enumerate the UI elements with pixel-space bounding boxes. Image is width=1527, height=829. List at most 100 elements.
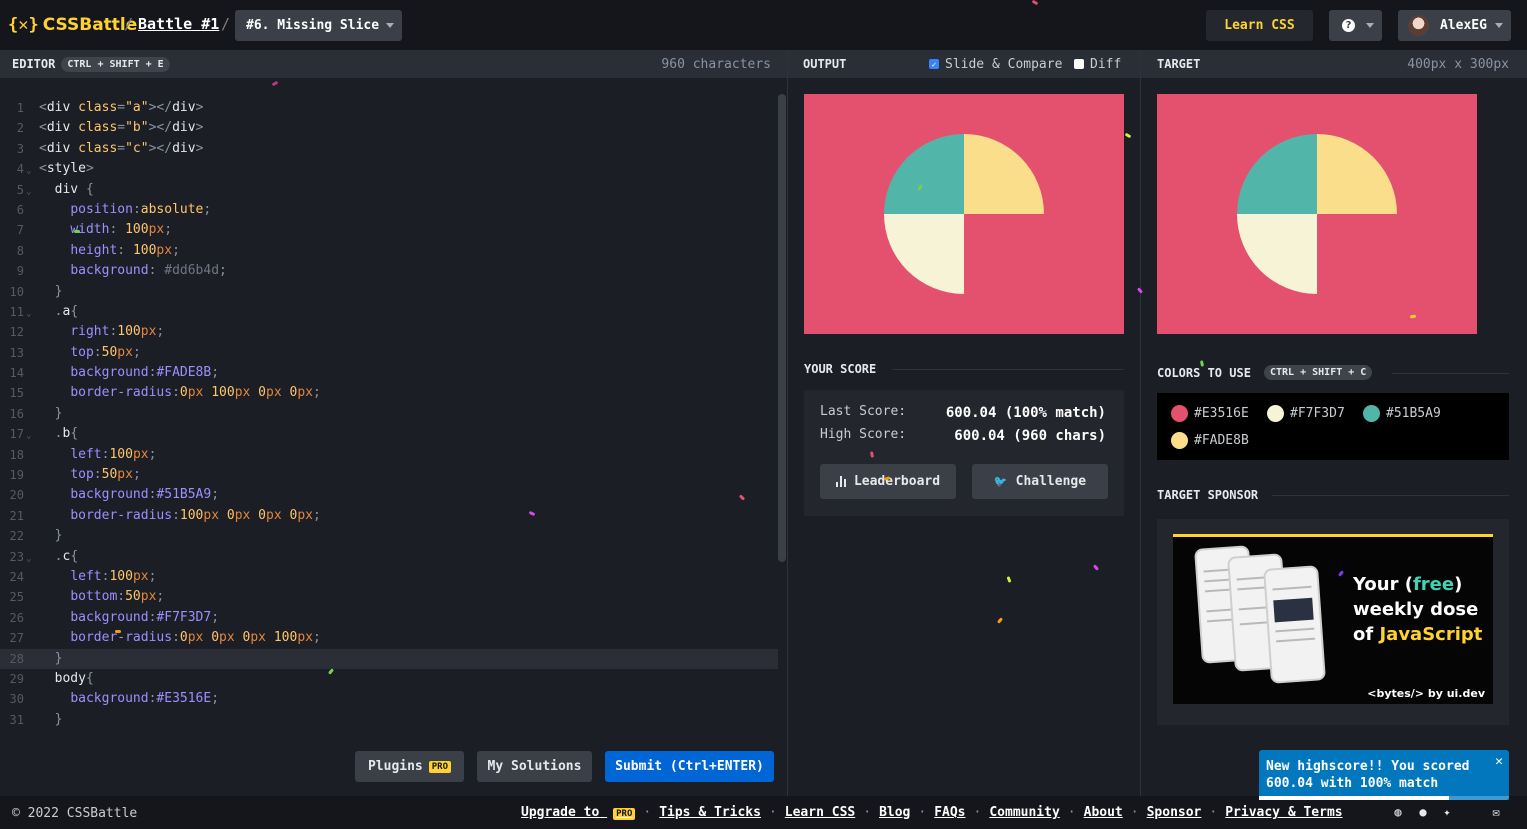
breadcrumb-separator: / — [221, 15, 231, 33]
code-editor[interactable]: 1 <div class="a"></div> 2 <div class="b"><… — [0, 78, 787, 796]
code-line: 1 <div class="a"></div> — [16, 100, 204, 115]
code-line-active: 28 } — [0, 648, 778, 669]
code-line: 11 ⌄ .a{ — [9, 303, 79, 319]
help-menu-button[interactable]: ? — [1329, 10, 1382, 41]
section-divider — [892, 369, 1124, 370]
footer-link-learn-css[interactable]: Learn CSS — [785, 805, 855, 820]
confetti-piece — [115, 630, 121, 633]
slide-compare-toggle[interactable]: ✓ Slide & Compare — [929, 57, 1062, 72]
chevron-down-icon — [1495, 23, 1503, 28]
code-line: 17 ⌄ .b{ — [9, 426, 79, 442]
panel-divider[interactable] — [787, 50, 788, 796]
color-dot — [1267, 405, 1284, 422]
twitter-icon[interactable]: ✦ — [1440, 805, 1454, 819]
breadcrumb-battle-link[interactable]: Battle #1 — [138, 15, 219, 33]
chevron-down-icon — [386, 23, 394, 28]
code-line: 2 <div class="b"></div> — [16, 120, 204, 136]
code-line: 14 background:#FADE8B; — [9, 365, 220, 381]
output-quarter-b — [884, 134, 964, 214]
toast-progress-fill — [1259, 796, 1449, 800]
code-line: 6 position:absolute; — [16, 201, 212, 217]
color-swatch[interactable]: #E3516E — [1171, 405, 1249, 422]
checkbox-icon[interactable] — [1074, 59, 1084, 69]
code-line: 8 height: 100px; — [16, 242, 180, 258]
phone-illustration — [1263, 565, 1326, 684]
checkbox-checked-icon[interactable]: ✓ — [929, 59, 939, 69]
color-swatch[interactable]: #51B5A9 — [1363, 405, 1441, 422]
cssbattle-logo[interactable]: {✕} CSSBattle — [8, 14, 137, 36]
code-line: 20 background:#51B5A9; — [9, 487, 220, 503]
editor-scrollbar[interactable] — [778, 94, 786, 562]
confetti-piece — [996, 617, 1004, 624]
footer-link-faqs[interactable]: FAQs — [934, 805, 965, 820]
code-line: 12 right:100px; — [9, 324, 165, 340]
code-line: 23 ⌄ .c{ — [9, 548, 79, 564]
code-line: 19 top:50px; — [9, 467, 141, 483]
diff-toggle[interactable]: Diff — [1074, 57, 1121, 72]
editor-title: EDITOR — [12, 57, 56, 71]
target-canvas — [1157, 94, 1477, 334]
my-solutions-button[interactable]: My Solutions — [477, 751, 592, 782]
pro-badge: PRO — [428, 760, 452, 773]
footer-link-privacy[interactable]: Privacy & Terms — [1225, 805, 1342, 820]
color-swatch[interactable]: #FADE8B — [1171, 432, 1249, 449]
footer-link-sponsor[interactable]: Sponsor — [1147, 805, 1202, 820]
footer-links: Upgrade to PRO · Tips & Tricks · Learn C… — [521, 805, 1343, 820]
color-dot — [1171, 432, 1188, 449]
editor-shortcut: CTRL + SHIFT + E — [61, 56, 170, 72]
high-score-value: 600.04 (960 chars) — [954, 428, 1106, 444]
output-header: OUTPUT ✓ Slide & Compare Diff — [788, 50, 1140, 78]
panel-divider[interactable] — [1140, 50, 1141, 796]
code-line: 30 background:#E3516E; — [9, 691, 220, 707]
target-quarter-b — [1237, 134, 1317, 214]
sponsor-title: TARGET SPONSOR — [1157, 488, 1259, 502]
code-line: 16 } — [9, 405, 63, 421]
code-line: 22 } — [9, 528, 63, 544]
submit-button[interactable]: Submit (Ctrl+ENTER) — [605, 751, 774, 782]
target-quarter-c — [1237, 214, 1317, 294]
code-line: 15 border-radius:0px 100px 0px 0px; — [9, 385, 321, 401]
challenge-button[interactable]: 🐦 Challenge — [972, 464, 1108, 499]
footer-link-blog[interactable]: Blog — [879, 805, 910, 820]
footer-link-upgrade[interactable]: Upgrade to PRO — [521, 805, 636, 820]
email-icon[interactable]: ✉ — [1489, 805, 1503, 819]
leaderboard-button[interactable]: Leaderboard — [820, 464, 956, 499]
code-area[interactable]: 1 <div class="a"></div> 2 <div class="b"><… — [0, 98, 778, 738]
sponsor-card[interactable]: Your (free) weekly dose of JavaScript <b… — [1157, 519, 1509, 725]
footer-link-about[interactable]: About — [1084, 805, 1123, 820]
toast-message: New highscore!! You scored 600.04 with 1… — [1266, 759, 1470, 791]
twitter-icon: 🐦 — [993, 475, 1008, 488]
high-score-label: High Score: — [820, 427, 907, 442]
output-title: OUTPUT — [803, 57, 847, 71]
top-bar: {✕} CSSBattle / Battle #1 / #6. Missing … — [0, 0, 1527, 50]
footer-link-community[interactable]: Community — [989, 805, 1059, 820]
output-quarter-a — [964, 134, 1044, 214]
code-line: 5 ⌄ div { — [16, 181, 94, 197]
sponsor-ad-image[interactable]: Your (free) weekly dose of JavaScript <b… — [1173, 534, 1493, 704]
bytes-logo: <bytes/> by ui.dev — [1367, 687, 1485, 700]
code-line: 4 ⌄ <style> — [16, 161, 94, 177]
code-line: 25 bottom:50px; — [9, 589, 165, 605]
code-line: 10 } — [9, 283, 63, 299]
target-select-dropdown[interactable]: #6. Missing Slice — [235, 10, 402, 41]
code-line: 3 <div class="c"></div> — [16, 140, 204, 156]
color-swatch[interactable]: #F7F3D7 — [1267, 405, 1345, 422]
confetti-piece — [1092, 564, 1100, 571]
your-score-title: YOUR SCORE — [804, 362, 877, 376]
output-canvas[interactable] — [804, 94, 1124, 334]
plugins-button[interactable]: Plugins PRO — [355, 751, 464, 782]
user-menu-button[interactable]: AlexEG — [1398, 10, 1511, 41]
discord-icon[interactable]: ◍ — [1391, 805, 1405, 819]
editor-header: EDITOR CTRL + SHIFT + E 960 characters — [0, 50, 787, 78]
learn-css-button[interactable]: Learn CSS — [1206, 10, 1313, 41]
code-line: 21 border-radius:100px 0px 0px 0px; — [9, 507, 321, 523]
code-line: 7 width: 100px; — [16, 222, 173, 238]
breadcrumb-separator: / — [124, 15, 134, 33]
confetti-piece — [1136, 287, 1144, 294]
color-dot — [1171, 405, 1188, 422]
footer-link-tips[interactable]: Tips & Tricks — [659, 805, 761, 820]
target-size: 400px x 300px — [1407, 56, 1509, 72]
github-icon[interactable]: ● — [1416, 805, 1430, 819]
close-icon[interactable]: ✕ — [1495, 754, 1503, 769]
char-count: 960 characters — [661, 56, 771, 72]
